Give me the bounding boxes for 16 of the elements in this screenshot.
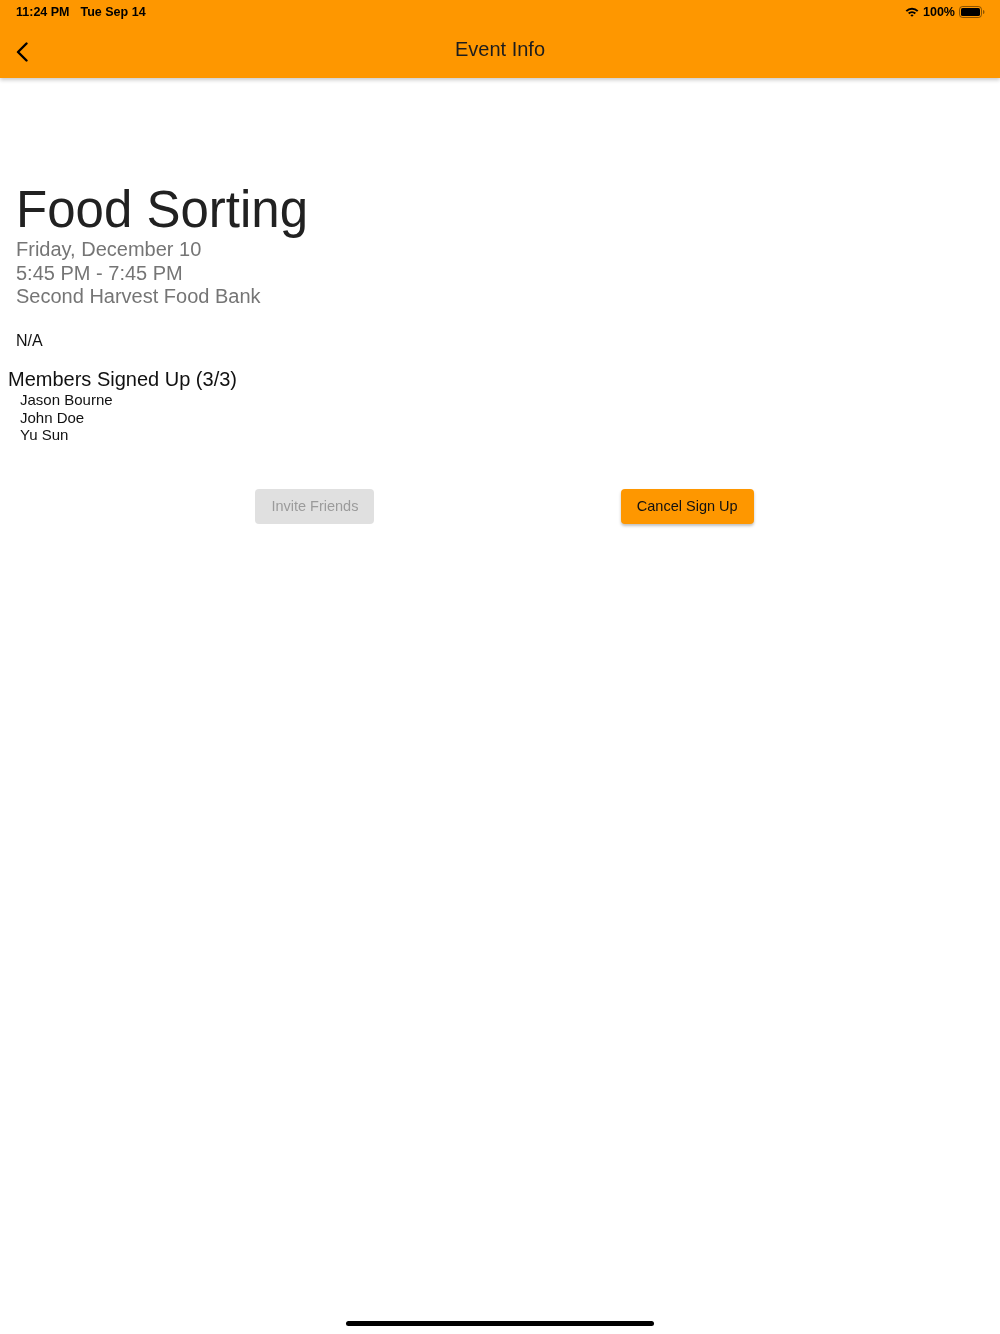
action-button[interactable]: Cancel Sign Up (620, 488, 754, 524)
event-time: 5:45 PM - 7:45 PM (16, 261, 184, 285)
page-title: Event Info (454, 37, 546, 61)
members-heading: Members Signed Up (3/3) (7, 367, 238, 391)
wifi-icon (905, 7, 919, 17)
battery-percent: 100% (923, 5, 955, 19)
battery-icon (959, 6, 985, 18)
member-name: Yu Sun (20, 426, 70, 444)
event-date: Friday, December 10 (16, 238, 202, 262)
event-description: N/A (15, 330, 44, 350)
chevron-left-icon (16, 42, 28, 62)
member-name: Jason Bourne (20, 391, 114, 409)
status-date: Tue Sep 14 (80, 5, 146, 19)
status-time: 11:24 PM (16, 5, 70, 19)
event-location: Second Harvest Food Bank (16, 285, 262, 309)
member-name: John Doe (20, 408, 86, 426)
